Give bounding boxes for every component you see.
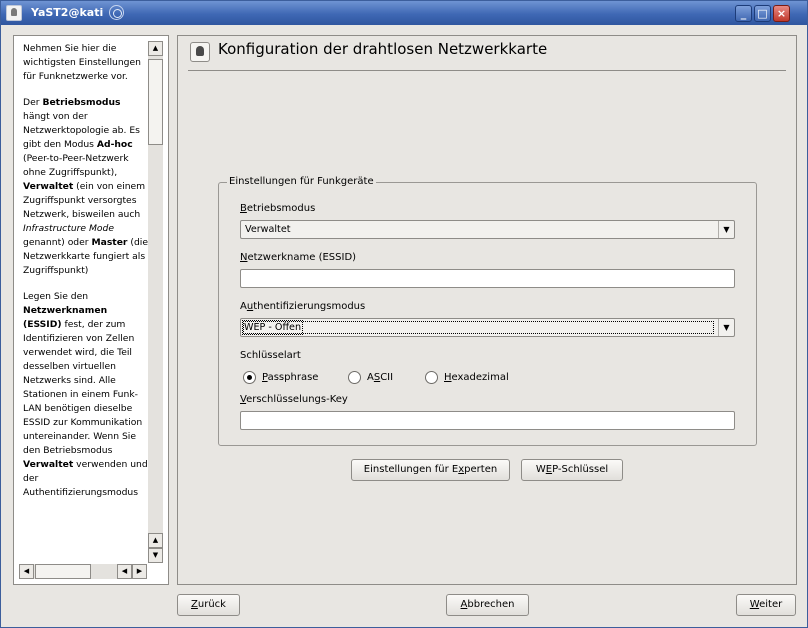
radio-unselected-icon[interactable] (425, 371, 438, 384)
auth-value: WEP - Offen (241, 320, 304, 335)
scroll-right-arrow-icon[interactable]: ▶ (132, 564, 147, 579)
radio-label-text: CII (380, 372, 394, 383)
auth-combobox[interactable]: WEP - Offen ▼ (240, 318, 735, 337)
button-text: urück (197, 599, 226, 610)
scroll-left-arrow-icon[interactable]: ◀ (117, 564, 132, 579)
radio-unselected-icon[interactable] (348, 371, 361, 384)
sticky-icon[interactable] (109, 5, 124, 20)
main-panel: Konfiguration der drahtlosen Netzwerkkar… (177, 35, 797, 585)
essid-input[interactable] (240, 269, 735, 288)
mode-label-text: etriebsmodus (246, 203, 316, 214)
auth-label: Authentifizierungsmodus (240, 301, 365, 312)
scroll-down-arrow-icon[interactable]: ▼ (148, 548, 163, 563)
button-mnemonic: Z (191, 599, 198, 610)
help-text-segment: genannt) oder (23, 237, 92, 248)
focus-indicator (243, 321, 714, 334)
help-text-segment: (Peer-to-Peer-Netzwerk ohne Zugriffspunk… (23, 153, 129, 178)
help-vertical-scroll-thumb[interactable] (148, 59, 163, 145)
mode-combobox[interactable]: Verwaltet ▼ (240, 220, 735, 239)
help-bold-term: Master (91, 237, 128, 248)
essid-label: Netzwerkname (ESSID) (240, 252, 356, 263)
page-title: Konfiguration der drahtlosen Netzwerkkar… (218, 40, 548, 58)
essid-label-text: etzwerkname (ESSID) (247, 252, 357, 263)
window-title: YaST2@kati (31, 6, 104, 19)
mode-label-mnemonic: B (240, 203, 247, 214)
wireless-settings-group: Einstellungen für Funkgeräte Betriebsmod… (218, 176, 757, 446)
button-text: bbrechen (467, 599, 515, 610)
mode-label: Betriebsmodus (240, 203, 315, 214)
scroll-up-arrow-icon[interactable]: ▲ (148, 41, 163, 56)
help-paragraph: Legen Sie den Netzwerknamen (ESSID) fest… (23, 290, 148, 500)
help-text-segment: fest, der zum Identifizieren von Zellen … (23, 319, 143, 456)
mode-value: Verwaltet (245, 224, 291, 235)
title-bar[interactable]: YaST2@kati _ □ × (1, 1, 807, 25)
help-paragraph: Nehmen Sie hier die wichtigsten Einstell… (23, 42, 148, 84)
radio-selected-icon[interactable] (243, 371, 256, 384)
chevron-down-icon[interactable]: ▼ (718, 319, 734, 336)
auth-label-text: thentifizierungsmodus (253, 301, 366, 312)
abort-button[interactable]: Abbrechen (446, 594, 529, 616)
radio-passphrase-label[interactable]: Passphrase (262, 372, 318, 383)
help-text: Nehmen Sie hier die wichtigsten Einstell… (23, 42, 148, 556)
network-card-icon (190, 42, 210, 62)
group-title: Einstellungen für Funkgeräte (227, 176, 376, 187)
button-text: perten (464, 464, 498, 475)
help-bold-term: Betriebsmodus (42, 97, 121, 108)
keytype-label: Schlüsselart (240, 350, 301, 361)
button-text: P-Schlüssel (552, 464, 609, 475)
key-label-text: erschlüsselungs-Key (246, 394, 348, 405)
radio-label-text: exadezimal (451, 372, 509, 383)
help-text-segment: Legen Sie den (23, 291, 89, 302)
close-icon[interactable]: × (773, 5, 790, 22)
key-label: Verschlüsselungs-Key (240, 394, 348, 405)
chevron-down-icon[interactable]: ▼ (718, 221, 734, 238)
help-horizontal-scrollbar[interactable]: ◀ ◀ ▶ (19, 564, 147, 579)
scroll-up-arrow-icon[interactable]: ▲ (148, 533, 163, 548)
yast-app-icon[interactable] (6, 5, 22, 21)
radio-label-text: A (367, 372, 374, 383)
radio-hexadecimal-label[interactable]: Hexadezimal (444, 372, 509, 383)
button-text: eiter (759, 599, 783, 610)
button-text: W (535, 464, 546, 475)
help-text-segment: Der (23, 97, 43, 108)
next-button[interactable]: Weiter (736, 594, 796, 616)
help-horizontal-scroll-thumb[interactable] (35, 564, 91, 579)
help-panel: Nehmen Sie hier die wichtigsten Einstell… (13, 35, 169, 585)
button-text: Einstellungen für E (363, 464, 459, 475)
help-vertical-scrollbar[interactable]: ▲ ▲ ▼ (148, 41, 163, 563)
radio-label-text: assphrase (267, 372, 319, 383)
help-text-segment: Nehmen Sie hier die wichtigsten Einstell… (23, 43, 141, 82)
yast-window: YaST2@kati _ □ × Nehmen Sie hier die wic… (0, 0, 808, 628)
minimize-icon[interactable]: _ (735, 5, 752, 22)
help-paragraph: Der Betriebsmodus hängt von der Netzwerk… (23, 96, 148, 278)
help-bold-term: Verwaltet (23, 181, 74, 192)
header-divider (188, 70, 786, 71)
expert-settings-button[interactable]: Einstellungen für Experten (351, 459, 510, 481)
help-italic-term: Infrastructure Mode (23, 223, 115, 234)
maximize-icon[interactable]: □ (754, 5, 771, 22)
radio-label-mnemonic: H (444, 372, 452, 383)
scroll-left-arrow-icon[interactable]: ◀ (19, 564, 34, 579)
wep-keys-button[interactable]: WEP-Schlüssel (521, 459, 623, 481)
encryption-key-input[interactable] (240, 411, 735, 430)
auth-label-text: A (240, 301, 247, 312)
radio-ascii-label[interactable]: ASCII (367, 372, 393, 383)
button-mnemonic: W (749, 599, 760, 610)
help-bold-term: Verwaltet (23, 459, 74, 470)
back-button[interactable]: Zurück (177, 594, 240, 616)
help-bold-term: Ad-hoc (96, 139, 133, 150)
